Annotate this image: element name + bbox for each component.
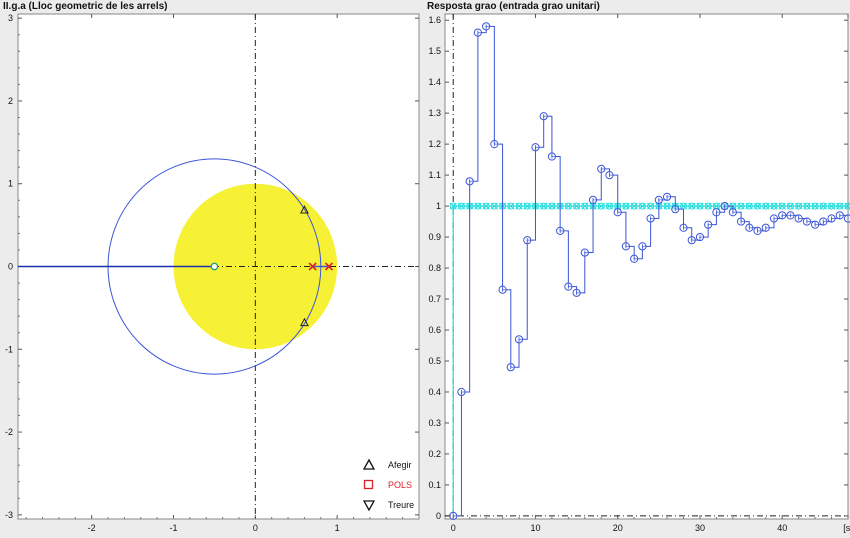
root-locus-panel: II.g.a (Lloc geometric de les arrels) -2… xyxy=(0,0,424,538)
remove-label: Treure xyxy=(388,500,415,510)
y-tick-label: 0.2 xyxy=(428,449,441,459)
step-response-point xyxy=(736,217,746,226)
plot-area[interactable] xyxy=(444,13,849,520)
y-tick-label: 1.1 xyxy=(428,170,441,180)
step-response-point xyxy=(646,214,655,223)
x-tick-label: 30 xyxy=(695,523,705,533)
step-response-panel: Resposta grao (entrada grao unitari) 0 10… xyxy=(424,0,850,538)
step-response-point xyxy=(778,211,787,220)
step-response-point xyxy=(506,363,515,372)
step-response-point xyxy=(679,223,688,232)
zero-marker[interactable] xyxy=(210,262,219,271)
step-response-point xyxy=(712,208,721,217)
remove-pole-button[interactable]: Treure xyxy=(362,495,422,515)
step-response-point xyxy=(794,214,803,223)
step-response-point xyxy=(572,288,581,297)
add-label: Afegir xyxy=(388,460,412,470)
step-response-point xyxy=(687,236,696,245)
y-tick-label: 0.5 xyxy=(428,356,441,366)
step-response-point xyxy=(819,217,828,226)
root-locus-plot[interactable]: -2 -1 0 1 3 2 1 0 -1 -2 -3 xyxy=(0,0,424,538)
step-response-point xyxy=(490,140,499,149)
y-tick-label: 0.8 xyxy=(428,263,441,273)
step-response-point xyxy=(597,164,606,174)
x-tick-label: -1 xyxy=(169,523,177,533)
y-tick-label: 0.4 xyxy=(428,387,441,397)
step-response-point xyxy=(449,511,458,521)
step-response-point xyxy=(514,335,524,344)
poles-label: POLS xyxy=(388,480,413,490)
step-response-point xyxy=(556,226,565,235)
x-tick-label: -2 xyxy=(88,523,96,533)
step-response-point xyxy=(580,248,589,257)
step-response-plot[interactable]: 0 10 20 30 40 [s] 1.6 1.5 1.4 1.3 1.2 1.1 1 0.9 0.8 0.7… xyxy=(424,0,850,538)
step-response-point xyxy=(835,211,844,220)
y-tick-label: 0 xyxy=(436,511,441,521)
triangle-up-icon xyxy=(362,458,386,472)
step-response-point xyxy=(457,387,466,397)
square-icon xyxy=(362,478,386,492)
legend: Afegir POLS Treure xyxy=(362,455,422,515)
step-response-point xyxy=(465,177,474,186)
triangle-down-icon xyxy=(362,498,386,512)
y-tick-label: 1 xyxy=(8,179,13,189)
x-tick-label: 10 xyxy=(530,523,540,533)
step-response-point xyxy=(753,226,762,235)
step-response-point xyxy=(662,192,672,201)
y-tick-label: 0.3 xyxy=(428,418,441,428)
y-tick-label: 3 xyxy=(8,13,13,23)
x-tick-label: 20 xyxy=(613,523,623,533)
step-response-point xyxy=(539,112,548,121)
poles-button[interactable]: POLS xyxy=(362,475,422,495)
y-tick-label: 1.3 xyxy=(428,108,441,118)
step-response-point xyxy=(769,214,779,223)
step-response-point xyxy=(811,220,820,229)
step-response-point xyxy=(605,171,614,180)
step-response-point xyxy=(613,208,622,217)
step-response-point xyxy=(498,285,507,294)
step-response-point xyxy=(547,152,557,161)
step-response-point xyxy=(720,201,729,211)
y-tick-label: 1.5 xyxy=(428,46,441,56)
step-response-point xyxy=(827,214,836,223)
step-response-point xyxy=(523,236,532,245)
step-response-point xyxy=(630,254,639,263)
y-tick-label: 0.6 xyxy=(428,325,441,335)
step-response-point xyxy=(728,208,737,217)
step-response-point xyxy=(786,211,795,220)
y-tick-label: 1.2 xyxy=(428,139,441,149)
y-tick-label: 0.9 xyxy=(428,232,441,242)
step-response-point xyxy=(761,223,770,232)
y-tick-label: 1 xyxy=(436,201,441,211)
step-response-point xyxy=(621,242,631,251)
y-tick-label: -3 xyxy=(5,510,13,520)
step-response-point xyxy=(802,217,811,226)
y-tick-label: 2 xyxy=(8,96,13,106)
step-response-point xyxy=(531,143,540,152)
step-response-point xyxy=(695,232,705,242)
step-response-point xyxy=(745,223,754,232)
step-response-point xyxy=(482,22,491,31)
x-tick-label: [s] xyxy=(843,523,850,533)
step-response-point xyxy=(638,242,647,251)
y-tick-label: 0.1 xyxy=(428,480,441,490)
y-tick-label: -1 xyxy=(5,344,13,354)
y-tick-label: 0 xyxy=(8,262,13,272)
x-tick-label: 40 xyxy=(777,523,787,533)
step-response-point xyxy=(843,214,850,223)
step-response-point xyxy=(473,28,482,37)
step-response-point xyxy=(671,205,680,214)
x-tick-label: 1 xyxy=(335,523,340,533)
y-tick-label: 0.7 xyxy=(428,294,441,304)
x-tick-label: 0 xyxy=(253,523,258,533)
y-tick-label: -2 xyxy=(5,427,13,437)
step-response-point xyxy=(588,195,598,204)
step-response-point xyxy=(654,195,663,204)
y-tick-label: 1.6 xyxy=(428,15,441,25)
add-pole-button[interactable]: Afegir xyxy=(362,455,422,475)
step-response-point xyxy=(564,282,573,291)
y-tick-label: 1.4 xyxy=(428,77,441,87)
step-response-point xyxy=(704,220,713,229)
x-tick-label: 0 xyxy=(451,523,456,533)
